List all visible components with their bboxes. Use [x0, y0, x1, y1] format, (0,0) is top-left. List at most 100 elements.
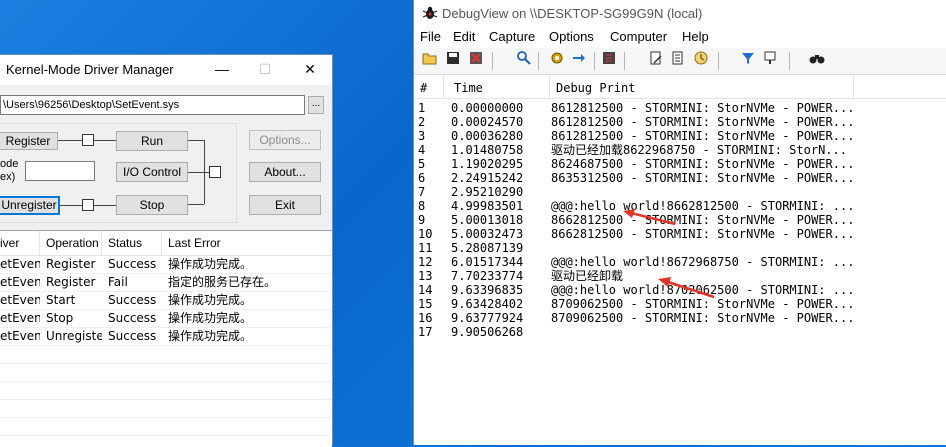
log-row[interactable]: 17 9.90506268	[414, 325, 946, 339]
column-header-debug-print[interactable]: Debug Print	[550, 76, 854, 98]
minimize-button[interactable]: —	[211, 59, 233, 79]
log-number: 9	[418, 213, 426, 227]
driver-manager-titlebar: Kernel-Mode Driver Manager — ☐ ✕	[0, 55, 332, 85]
save-icon[interactable]	[443, 51, 463, 71]
cell-driver: etEvent	[0, 275, 40, 289]
io-control-button[interactable]: I/O Control	[116, 162, 188, 182]
menu-file[interactable]: File	[420, 29, 441, 44]
cell-driver: etEvent	[0, 293, 40, 307]
empty-row	[0, 418, 332, 436]
column-header-number[interactable]: #	[414, 76, 444, 98]
menu-bar: File Edit Capture Options Computer Help	[414, 27, 946, 47]
log-row[interactable]: 3 0.00036280 8612812500 - STORMINI: StorNV…	[414, 129, 946, 143]
log-row[interactable]: 4 1.01480758 驱动已经加载8622968750 - STORMINI: …	[414, 143, 946, 157]
log-message: 8624687500 - STORMINI: StorNVMe - POWER.…	[551, 157, 855, 171]
log-number: 1	[418, 101, 426, 115]
log-message: 8612812500 - STORMINI: StorNVMe - POWER.…	[551, 115, 855, 129]
binoculars-icon[interactable]	[807, 51, 827, 71]
filter-edit-icon[interactable]	[646, 51, 666, 71]
log-message: 8612812500 - STORMINI: StorNVMe - POWER.…	[551, 129, 855, 143]
about-button[interactable]: About...	[249, 162, 321, 182]
log-message: 8662812500 - STORMINI: StorNVMe - POWER.…	[551, 213, 855, 227]
log-row[interactable]: 16 9.63777924 8709062500 - STORMINI: StorN…	[414, 311, 946, 325]
toolbar-separator	[492, 52, 493, 70]
log-time: 1.01480758	[451, 143, 524, 157]
filter-icon[interactable]	[738, 51, 758, 71]
connector-line	[94, 205, 116, 206]
table-row[interactable]: etEvent Register Success 操作成功完成。	[0, 256, 332, 274]
menu-capture[interactable]: Capture	[489, 29, 535, 44]
driver-manager-title: Kernel-Mode Driver Manager	[6, 62, 174, 77]
io-code-input[interactable]	[25, 161, 95, 181]
menu-computer[interactable]: Computer	[610, 29, 667, 44]
column-header-last-error[interactable]: Last Error	[162, 231, 332, 255]
log-time: 9.90506268	[451, 325, 524, 339]
cell-status: Success	[108, 257, 157, 271]
table-row[interactable]: etEvent Unregister Success 操作成功完成。	[0, 328, 332, 346]
capture-gear-icon[interactable]	[547, 51, 567, 71]
menu-edit[interactable]: Edit	[453, 29, 475, 44]
stop-button[interactable]: Stop	[116, 195, 188, 215]
arrow-right-icon[interactable]	[569, 51, 589, 71]
log-row[interactable]: 7 2.95210290	[414, 185, 946, 199]
log-row[interactable]: 8 4.99983501 @@@:hello world!8662812500 - …	[414, 199, 946, 213]
history-icon[interactable]	[668, 51, 688, 71]
search-icon[interactable]	[514, 51, 534, 71]
table-row[interactable]: etEvent Stop Success 操作成功完成。	[0, 310, 332, 328]
log-message: 驱动已经加载8622968750 - STORMINI: StorN...	[551, 143, 847, 157]
cell-last-error: 操作成功完成。	[168, 311, 253, 325]
log-number: 4	[418, 143, 426, 157]
close-button[interactable]: ✕	[299, 59, 321, 79]
log-time: 2.95210290	[451, 185, 524, 199]
log-row[interactable]: 10 5.00032473 8662812500 - STORMINI: StorN…	[414, 227, 946, 241]
highlight-icon[interactable]	[760, 51, 780, 71]
column-header-status[interactable]: Status	[102, 231, 162, 255]
toolbar-separator	[718, 52, 719, 70]
cell-operation: Register	[46, 275, 96, 289]
exit-button[interactable]: Exit	[249, 195, 321, 215]
log-row[interactable]: 1 0.00000000 8612812500 - STORMINI: StorNV…	[414, 101, 946, 115]
run-button[interactable]: Run	[116, 131, 188, 151]
empty-row	[0, 346, 332, 364]
menu-options[interactable]: Options	[549, 29, 594, 44]
log-row[interactable]: 5 1.19020295 8624687500 - STORMINI: StorNV…	[414, 157, 946, 171]
menu-help[interactable]: Help	[682, 29, 709, 44]
log-number: 3	[418, 129, 426, 143]
list-header: iver Operation Status Last Error	[0, 231, 332, 256]
browse-button[interactable]: ...	[308, 96, 324, 114]
options-button[interactable]: Options...	[249, 130, 321, 150]
table-row[interactable]: etEvent Register Fail 指定的服务已存在。	[0, 274, 332, 292]
register-button[interactable]: Register	[0, 132, 58, 150]
column-header-driver[interactable]: iver	[0, 231, 40, 255]
column-header-time[interactable]: Time	[448, 76, 550, 98]
log-row[interactable]: 9 5.00013018 8662812500 - STORMINI: StorNV…	[414, 213, 946, 227]
code-label-line1: ode	[0, 158, 19, 170]
cell-status: Success	[108, 293, 157, 307]
log-row[interactable]: 2 0.00024570 8612812500 - STORMINI: StorNV…	[414, 115, 946, 129]
log-number: 2	[418, 115, 426, 129]
log-number: 5	[418, 157, 426, 171]
log-time: 2.24915242	[451, 171, 524, 185]
driver-path-field[interactable]: \Users\96256\Desktop\SetEvent.sys	[0, 95, 305, 115]
log-time: 0.00036280	[451, 129, 524, 143]
driver-manager-window: Kernel-Mode Driver Manager — ☐ ✕ \Users\…	[0, 54, 333, 447]
clear-display-icon[interactable]	[466, 51, 486, 71]
toolbar-separator	[624, 52, 625, 70]
cell-driver: etEvent	[0, 329, 40, 343]
empty-row	[0, 364, 332, 382]
log-row[interactable]: 11 5.28087139	[414, 241, 946, 255]
log-row[interactable]: 6 2.24915242 8635312500 - STORMINI: StorNV…	[414, 171, 946, 185]
clock-icon[interactable]	[691, 51, 711, 71]
unregister-button[interactable]: Unregister	[0, 196, 60, 215]
log-row[interactable]: 12 6.01517344 @@@:hello world!8672968750 -…	[414, 255, 946, 269]
scroll-icon[interactable]	[599, 51, 619, 71]
cell-status: Success	[108, 311, 157, 325]
log-time: 5.28087139	[451, 241, 524, 255]
open-folder-icon[interactable]	[420, 51, 440, 71]
log-message: @@@:hello world!8662812500 - STORMINI: .…	[551, 199, 855, 213]
maximize-button[interactable]: ☐	[254, 59, 276, 79]
log-number: 8	[418, 199, 426, 213]
table-row[interactable]: etEvent Start Success 操作成功完成。	[0, 292, 332, 310]
column-header-operation[interactable]: Operation	[40, 231, 102, 255]
operation-log-list[interactable]: iver Operation Status Last Error etEvent…	[0, 230, 332, 447]
